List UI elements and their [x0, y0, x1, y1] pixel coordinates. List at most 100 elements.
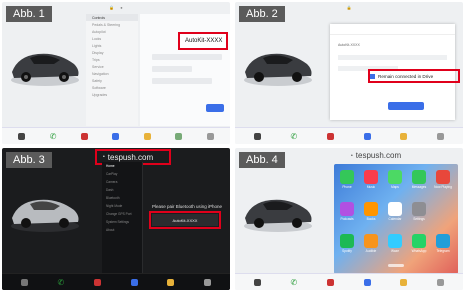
bluetooth-icon[interactable] — [130, 278, 138, 286]
maps-app-icon[interactable] — [388, 170, 402, 184]
bluetooth-settings-pane — [140, 14, 230, 126]
menu-item[interactable]: Upgrades — [86, 91, 138, 98]
app-label: Settings — [413, 217, 425, 221]
messages-app-icon[interactable] — [412, 170, 426, 184]
volume-icon[interactable] — [437, 132, 445, 140]
music-icon[interactable] — [93, 278, 101, 286]
calendar-app-icon[interactable] — [388, 202, 402, 216]
browser-address-bar[interactable]: • tespush.com — [345, 150, 417, 161]
menu-item[interactable]: Locks — [86, 35, 138, 42]
volume-icon[interactable] — [437, 278, 445, 286]
car-area — [2, 14, 92, 126]
car-icon[interactable] — [253, 278, 261, 286]
app-label: WhatsApp — [411, 249, 427, 253]
podcasts-app-icon[interactable] — [340, 202, 354, 216]
phone-icon[interactable]: ✆ — [58, 278, 65, 287]
app-icon[interactable] — [167, 278, 175, 286]
url-text: tespush.com — [355, 151, 402, 160]
menu-item[interactable]: Pedals & Steering — [86, 21, 138, 28]
app-label: Calendar — [388, 217, 402, 221]
app-label: Podcasts — [340, 217, 354, 221]
panel-abb-3: Abb. 3 • tespush.com Home CarPlay Camera… — [2, 148, 230, 290]
app-label: Messages — [411, 185, 427, 189]
taskbar: ✆ — [2, 127, 230, 144]
page-indicator — [388, 264, 404, 267]
taskbar: ✆ — [235, 273, 463, 290]
menu-item[interactable]: Service — [86, 63, 138, 70]
bluetooth-icon[interactable] — [363, 278, 371, 286]
app-label: Now Playing — [434, 185, 452, 189]
settings-app-icon[interactable] — [412, 202, 426, 216]
waze-app-icon[interactable] — [388, 234, 402, 248]
lock-icon: 🔒 — [346, 5, 352, 10]
app-icon[interactable] — [400, 278, 408, 286]
calendar-icon[interactable] — [175, 132, 183, 140]
menu-item[interactable]: Navigation — [86, 70, 138, 77]
menu-item[interactable]: Controls — [86, 14, 138, 21]
car-icon[interactable] — [20, 278, 28, 286]
figure-badge: Abb. 2 — [239, 6, 285, 22]
app-icon[interactable] — [143, 132, 151, 140]
highlight-box — [149, 211, 221, 229]
audible-app-icon[interactable] — [364, 234, 378, 248]
menu-item[interactable]: Safety — [86, 77, 138, 84]
car-area — [235, 14, 325, 126]
lock-icon: 🔒 — [109, 5, 115, 10]
sidebar-item[interactable]: Dash — [102, 186, 142, 194]
device-name: AutoKit-XXXX — [338, 43, 360, 47]
sidebar-item[interactable]: Bluetooth — [102, 194, 142, 202]
menu-item[interactable]: Autopilot — [86, 28, 138, 35]
volume-icon[interactable] — [204, 278, 212, 286]
settings-menu: Controls Pedals & Steering Autopilot Loc… — [86, 14, 138, 126]
pair-prompt: Please pair Bluetooth using iPhone — [151, 204, 223, 209]
car-icon[interactable] — [18, 132, 26, 140]
app-label: Spotify — [342, 249, 352, 253]
bluetooth-icon[interactable] — [112, 132, 120, 140]
sidebar-item[interactable]: About — [102, 226, 142, 234]
music-icon[interactable] — [326, 132, 334, 140]
phone-icon[interactable]: ✆ — [291, 278, 298, 287]
music-icon[interactable] — [80, 132, 88, 140]
menu-item[interactable]: Display — [86, 49, 138, 56]
app-label: Phone — [342, 185, 352, 189]
menu-item[interactable]: Trips — [86, 56, 138, 63]
app-label: Audible — [365, 249, 377, 253]
phone-app-icon[interactable] — [340, 170, 354, 184]
sidebar-item[interactable]: Camera — [102, 178, 142, 186]
phone-icon[interactable]: ✆ — [291, 132, 298, 141]
app-icon[interactable] — [400, 132, 408, 140]
carplay-screen: Phone Music Maps Messages Now Playing Po… — [334, 164, 458, 274]
phone-icon[interactable]: ✆ — [50, 132, 57, 141]
sidebar-item[interactable]: Night Mode — [102, 202, 142, 210]
sidebar-item[interactable]: Home — [102, 162, 142, 170]
user-icon: ● — [120, 5, 123, 10]
spotify-app-icon[interactable] — [340, 234, 354, 248]
sidebar-item[interactable]: Change GPS Port — [102, 210, 142, 218]
app-label: Telegram — [436, 249, 450, 253]
music-icon[interactable] — [326, 278, 334, 286]
bluetooth-icon[interactable] — [363, 132, 371, 140]
whatsapp-app-icon[interactable] — [412, 234, 426, 248]
car-area — [235, 160, 325, 272]
books-app-icon[interactable] — [364, 202, 378, 216]
highlight-box — [368, 69, 460, 83]
app-label: Waze — [390, 249, 400, 253]
music-app-icon[interactable] — [364, 170, 378, 184]
app-label: Maps — [391, 185, 399, 189]
volume-icon[interactable] — [206, 132, 214, 140]
highlight-box — [178, 32, 228, 50]
figure-badge: Abb. 3 — [6, 152, 52, 168]
menu-item[interactable]: Lights — [86, 42, 138, 49]
panel-abb-1: Abb. 1 🔒 ● Controls Pedals & Steering Au… — [2, 2, 230, 144]
taskbar: ✆ — [235, 127, 463, 144]
car-icon[interactable] — [253, 132, 261, 140]
sidebar-item[interactable]: CarPlay — [102, 170, 142, 178]
save-button[interactable] — [388, 102, 424, 110]
telegram-app-icon[interactable] — [436, 234, 450, 248]
confirm-button[interactable] — [206, 104, 224, 112]
figure-badge: Abb. 1 — [6, 6, 52, 22]
now-playing-app-icon[interactable] — [436, 170, 450, 184]
sidebar-item[interactable]: System Settings — [102, 218, 142, 226]
menu-item[interactable]: Software — [86, 84, 138, 91]
car-area — [2, 160, 92, 272]
